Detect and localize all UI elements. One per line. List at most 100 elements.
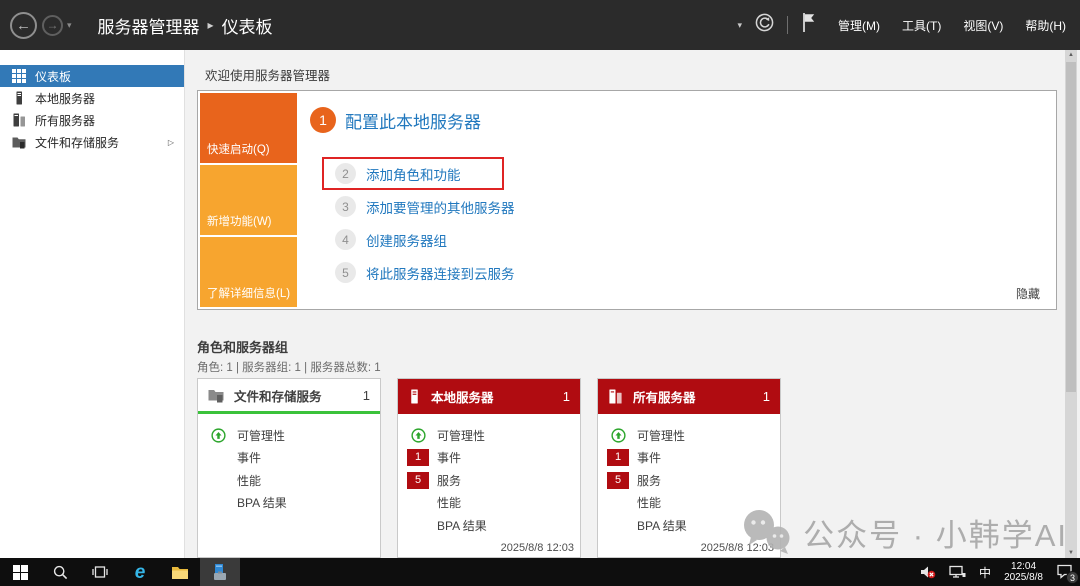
- tile-count: 1: [763, 389, 770, 404]
- menu-manage[interactable]: 管理(M): [838, 17, 880, 34]
- tile-row-manageability[interactable]: 可管理性: [398, 424, 580, 447]
- tile-row-services[interactable]: 5 服务: [398, 469, 580, 492]
- sidebar-item-dashboard[interactable]: 仪表板: [0, 65, 184, 87]
- internet-explorer-button[interactable]: e: [120, 558, 160, 586]
- tab-quick-start[interactable]: 快速启动(Q): [200, 93, 297, 163]
- row-label: BPA 结果: [237, 494, 287, 511]
- file-storage-icon: [12, 135, 26, 149]
- server-manager-taskbar-button[interactable]: [200, 558, 240, 586]
- sidebar-item-label: 所有服务器: [35, 112, 95, 129]
- file-explorer-button[interactable]: [160, 558, 200, 586]
- server-icon: [408, 389, 421, 404]
- notification-count-badge: 3: [1066, 571, 1079, 584]
- sidebar-item-label: 本地服务器: [35, 90, 95, 107]
- tile-row-events[interactable]: 事件: [198, 447, 380, 470]
- tile-row-performance[interactable]: 性能: [198, 469, 380, 492]
- add-roles-features-link[interactable]: 添加角色和功能: [366, 164, 461, 184]
- refresh-icon[interactable]: [755, 13, 774, 37]
- row-label: 服务: [637, 472, 661, 489]
- windows-logo-icon: [13, 565, 28, 580]
- tile-file-storage[interactable]: 文件和存储服务 1 可管理性 事件 性能: [197, 378, 381, 558]
- app-title: 服务器管理器: [98, 13, 200, 38]
- tab-whats-new[interactable]: 新增功能(W): [200, 165, 297, 235]
- tray-time: 12:04: [1004, 561, 1043, 572]
- taskbar-search-button[interactable]: [40, 558, 80, 586]
- server-manager-icon: [211, 563, 229, 581]
- row-label: 事件: [637, 449, 661, 466]
- titlebar: ← → ▾ 服务器管理器 ▸ 仪表板 ▾ 管理(M) 工具(T) 视图(V) 帮…: [0, 0, 1080, 50]
- expand-arrow-icon[interactable]: ▷: [168, 138, 174, 147]
- tile-header: 所有服务器 1: [598, 379, 780, 414]
- tile-row-manageability[interactable]: 可管理性: [198, 424, 380, 447]
- tile-row-performance[interactable]: 性能: [398, 492, 580, 515]
- menu-view[interactable]: 视图(V): [963, 17, 1003, 34]
- tile-row-events[interactable]: 1 事件: [398, 447, 580, 470]
- status-up-icon: [206, 428, 230, 443]
- tile-count: 1: [563, 389, 570, 404]
- sidebar-item-all-servers[interactable]: 所有服务器: [0, 109, 184, 131]
- add-other-servers-link[interactable]: 添加要管理的其他服务器: [366, 197, 515, 217]
- tile-row-events[interactable]: 1 事件: [598, 447, 780, 470]
- roles-title: 角色和服务器组: [197, 337, 381, 356]
- dashboard-content: 欢迎使用服务器管理器 快速启动(Q) 新增功能(W) 了解详细信息(L) 1 配…: [185, 50, 1080, 558]
- action-center-button[interactable]: 3: [1056, 563, 1074, 581]
- tab-learn-more[interactable]: 了解详细信息(L): [200, 237, 297, 307]
- tile-all-servers[interactable]: 所有服务器 1 可管理性 1 事件 5 服务: [597, 378, 781, 558]
- status-up-icon: [606, 428, 630, 443]
- step-add-roles: 2 添加角色和功能: [335, 157, 515, 190]
- tile-header: 文件和存储服务 1: [198, 379, 380, 414]
- tile-title: 所有服务器: [633, 387, 696, 406]
- step-number-badge: 4: [335, 229, 356, 250]
- tile-row-manageability[interactable]: 可管理性: [598, 424, 780, 447]
- watermark: 公众号 · 小韩学AI: [739, 508, 1068, 556]
- count-badge: 5: [407, 472, 429, 489]
- tile-local-server[interactable]: 本地服务器 1 可管理性 1 事件 5 服务: [397, 378, 581, 558]
- refresh-caret-icon[interactable]: ▾: [737, 20, 742, 31]
- menu-help[interactable]: 帮助(H): [1025, 17, 1066, 34]
- scrollbar-thumb[interactable]: [1066, 62, 1076, 392]
- toolbar-divider: [787, 16, 788, 34]
- tile-row-bpa[interactable]: BPA 结果: [598, 514, 780, 537]
- tile-row-bpa[interactable]: BPA 结果: [398, 514, 580, 537]
- tile-row-services[interactable]: 5 服务: [598, 469, 780, 492]
- forward-icon[interactable]: →: [42, 15, 63, 36]
- internet-explorer-icon: e: [135, 563, 146, 582]
- task-view-button[interactable]: [80, 558, 120, 586]
- create-server-group-link[interactable]: 创建服务器组: [366, 230, 447, 250]
- welcome-tab-strip: 快速启动(Q) 新增功能(W) 了解详细信息(L): [200, 93, 297, 307]
- tile-row-bpa[interactable]: BPA 结果: [198, 492, 380, 515]
- tray-clock[interactable]: 12:04 2025/8/8: [1004, 561, 1043, 583]
- sidebar-item-file-storage[interactable]: 文件和存储服务 ▷: [0, 131, 184, 153]
- nav-history-caret-icon[interactable]: ▾: [67, 20, 72, 31]
- hide-link[interactable]: 隐藏: [1016, 285, 1040, 302]
- step-create-group: 4 创建服务器组: [335, 223, 515, 256]
- quick-start-steps: 2 添加角色和功能 3 添加要管理的其他服务器 4 创建服务器组 5 将此服务器…: [335, 157, 515, 289]
- network-icon[interactable]: [949, 565, 966, 579]
- tile-row-performance[interactable]: 性能: [598, 492, 780, 515]
- role-tiles: 文件和存储服务 1 可管理性 事件 性能: [197, 378, 781, 558]
- sidebar-item-label: 仪表板: [35, 68, 71, 85]
- row-label: 服务: [437, 472, 461, 489]
- vertical-scrollbar[interactable]: ▲ ▼: [1065, 50, 1077, 558]
- row-label: BPA 结果: [437, 517, 487, 534]
- tile-title: 本地服务器: [431, 387, 494, 406]
- roles-subtitle: 角色: 1 | 服务器组: 1 | 服务器总数: 1: [197, 359, 381, 375]
- step-connect-cloud: 5 将此服务器连接到云服务: [335, 256, 515, 289]
- count-badge: 1: [407, 449, 429, 466]
- menu-tools[interactable]: 工具(T): [902, 17, 941, 34]
- scroll-down-icon[interactable]: ▼: [1065, 550, 1077, 556]
- back-icon[interactable]: ←: [10, 12, 37, 39]
- breadcrumb: 服务器管理器 ▸ 仪表板: [98, 13, 273, 38]
- scroll-up-icon[interactable]: ▲: [1065, 52, 1077, 58]
- notification-flag-icon[interactable]: [801, 12, 817, 38]
- tile-header: 本地服务器 1: [398, 379, 580, 414]
- servers-icon: [12, 113, 26, 127]
- status-up-icon: [406, 428, 430, 443]
- sidebar-item-local-server[interactable]: 本地服务器: [0, 87, 184, 109]
- ime-indicator[interactable]: 中: [979, 564, 991, 581]
- primary-step-label: 配置此本地服务器: [345, 108, 481, 133]
- row-label: 事件: [237, 449, 261, 466]
- volume-muted-icon[interactable]: [920, 565, 936, 579]
- start-button[interactable]: [0, 558, 40, 586]
- connect-cloud-link[interactable]: 将此服务器连接到云服务: [366, 263, 515, 283]
